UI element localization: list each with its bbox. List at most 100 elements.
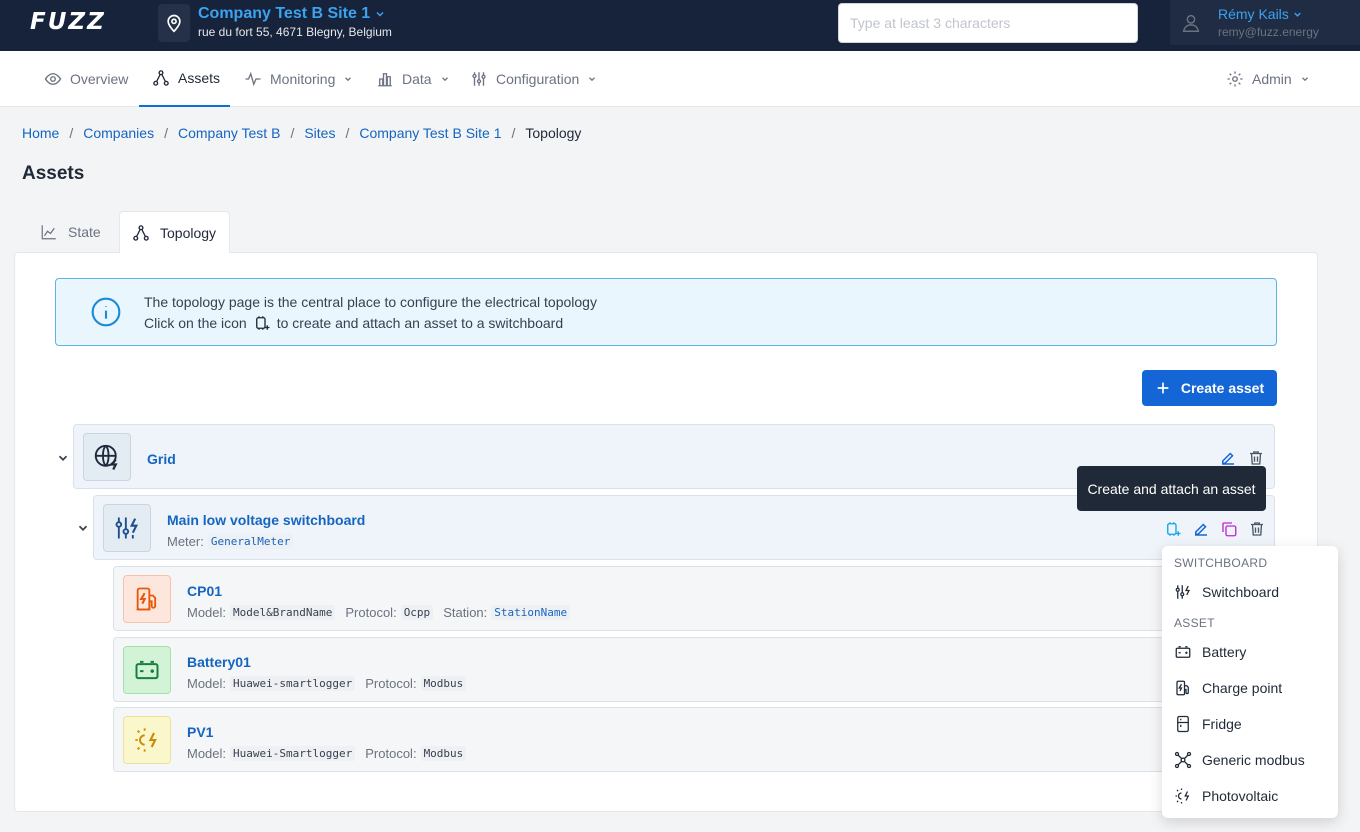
meter-value[interactable]: GeneralMeter — [207, 534, 294, 549]
nav-monitoring-label: Monitoring — [270, 71, 336, 87]
logo[interactable]: FUZZ — [30, 9, 106, 35]
breadcrumb-home[interactable]: Home — [22, 125, 59, 141]
info-text-2b: to create and attach an asset to a switc… — [276, 315, 564, 331]
menu-header-switchboard: SWITCHBOARD — [1174, 556, 1268, 570]
collapse-switchboard-chevron-icon[interactable] — [76, 521, 90, 535]
menu-item-photovoltaic-label: Photovoltaic — [1202, 788, 1279, 804]
create-asset-button[interactable]: Create asset — [1142, 370, 1277, 406]
menu-item-fridge[interactable]: Fridge — [1174, 712, 1242, 736]
tab-state[interactable]: State — [28, 211, 113, 253]
station-value[interactable]: StationName — [491, 605, 571, 620]
grid-icon-box — [83, 433, 131, 481]
tab-topology[interactable]: Topology — [119, 211, 230, 253]
page-title: Assets — [22, 163, 85, 184]
attach-asset-menu: SWITCHBOARD Switchboard ASSET Battery Ch… — [1162, 546, 1338, 818]
breadcrumb-company[interactable]: Company Test B — [178, 125, 280, 141]
tree-node-cp01[interactable]: CP01 Model: Model&BrandName Protocol: Oc… — [113, 566, 1275, 631]
gear-icon — [1227, 71, 1243, 87]
model-value: Huawei-smartlogger — [230, 676, 356, 691]
menu-item-generic-modbus[interactable]: Generic modbus — [1174, 748, 1305, 772]
user-name: Rémy Kails — [1218, 6, 1289, 22]
cp01-title[interactable]: CP01 — [187, 583, 222, 599]
switchboard-title[interactable]: Main low voltage switchboard — [167, 512, 365, 528]
battery-icon — [1175, 646, 1191, 658]
info-text-2a: Click on the icon — [144, 315, 247, 331]
pv1-title[interactable]: PV1 — [187, 724, 213, 740]
menu-header-asset: ASSET — [1174, 616, 1215, 630]
sun-lightning-icon — [1175, 788, 1190, 804]
site-selector[interactable]: Company Test B Site 1 — [198, 5, 386, 23]
breadcrumb-current: Topology — [525, 125, 582, 141]
edit-icon[interactable] — [1192, 520, 1210, 538]
menu-item-switchboard[interactable]: Switchboard — [1174, 580, 1279, 604]
protocol-value: Modbus — [420, 746, 467, 761]
nav-data-label: Data — [402, 71, 432, 87]
menu-item-photovoltaic[interactable]: Photovoltaic — [1174, 784, 1278, 808]
breadcrumb-site[interactable]: Company Test B Site 1 — [359, 125, 501, 141]
sliders-icon — [472, 72, 486, 86]
location-pin-icon — [158, 4, 190, 42]
charge-point-icon — [136, 587, 157, 611]
station-label: Station: — [443, 605, 488, 620]
charge-point-icon — [1176, 680, 1189, 696]
menu-item-battery[interactable]: Battery — [1174, 640, 1246, 664]
menu-item-battery-label: Battery — [1202, 644, 1247, 660]
model-label: Model: — [187, 676, 227, 691]
nav-configuration[interactable]: Configuration — [470, 51, 597, 107]
chevron-down-icon — [589, 77, 596, 82]
pv-icon-box — [123, 716, 171, 764]
model-value: Model&BrandName — [230, 605, 336, 620]
menu-item-charge-point-label: Charge point — [1202, 680, 1283, 696]
trash-icon[interactable] — [1247, 449, 1265, 467]
area-chart-icon — [41, 225, 56, 240]
duplicate-icon[interactable] — [1220, 520, 1238, 538]
menu-item-charge-point[interactable]: Charge point — [1174, 676, 1282, 700]
collapse-grid-chevron-icon[interactable] — [56, 451, 70, 465]
globe-lightning-icon — [94, 444, 118, 471]
switchboard-icon-box — [103, 504, 151, 552]
charge-point-icon-box — [123, 575, 171, 623]
sun-lightning-icon — [135, 728, 157, 752]
model-label: Model: — [187, 605, 227, 620]
menu-item-generic-modbus-label: Generic modbus — [1202, 752, 1305, 768]
topology-icon — [133, 224, 149, 241]
chevron-down-icon — [345, 77, 352, 82]
nav-overview[interactable]: Overview — [44, 51, 128, 107]
battery01-title[interactable]: Battery01 — [187, 654, 251, 670]
battery-icon-box — [123, 646, 171, 694]
search-input[interactable] — [838, 3, 1138, 43]
site-address: rue du fort 55, 4671 Blegny, Belgium — [198, 25, 392, 39]
tree-node-pv1[interactable]: PV1 Model: Huawei-Smartlogger Protocol: … — [113, 707, 1275, 772]
network-icon — [1174, 751, 1192, 769]
tree-node-battery01[interactable]: Battery01 Model: Huawei-smartlogger Prot… — [113, 637, 1275, 702]
topology-icon — [153, 70, 169, 86]
grid-title[interactable]: Grid — [147, 451, 176, 467]
chevron-down-icon — [376, 11, 384, 17]
breadcrumb-companies[interactable]: Companies — [83, 125, 154, 141]
meter-label: Meter: — [167, 534, 204, 549]
nav-assets-label: Assets — [178, 70, 221, 86]
battery-icon — [135, 660, 159, 680]
attach-asset-icon — [255, 316, 270, 330]
nav-monitoring[interactable]: Monitoring — [244, 51, 353, 107]
logo-text: FUZZ — [30, 9, 106, 35]
protocol-value: Ocpp — [400, 605, 434, 620]
switchboard-icon — [115, 517, 139, 539]
tooltip: Create and attach an asset — [1077, 466, 1266, 511]
protocol-label: Protocol: — [365, 746, 417, 761]
nav-data[interactable]: Data — [376, 51, 450, 107]
main-nav: Overview Assets Monitoring Data Configur… — [0, 51, 1360, 107]
trash-icon[interactable] — [1248, 520, 1266, 538]
nav-assets[interactable]: Assets — [139, 51, 230, 107]
info-alert: The topology page is the central place t… — [55, 278, 1277, 346]
nav-admin[interactable]: Admin — [1226, 51, 1310, 107]
edit-icon[interactable] — [1219, 449, 1237, 467]
nav-configuration-label: Configuration — [496, 71, 580, 87]
protocol-label: Protocol: — [345, 605, 397, 620]
user-menu[interactable]: Rémy Kails remy@fuzz.energy — [1170, 0, 1360, 45]
menu-item-fridge-label: Fridge — [1202, 716, 1242, 732]
attach-asset-icon[interactable] — [1164, 520, 1182, 538]
tab-state-label: State — [68, 224, 101, 240]
breadcrumb-sites[interactable]: Sites — [304, 125, 335, 141]
eye-icon — [44, 73, 62, 85]
